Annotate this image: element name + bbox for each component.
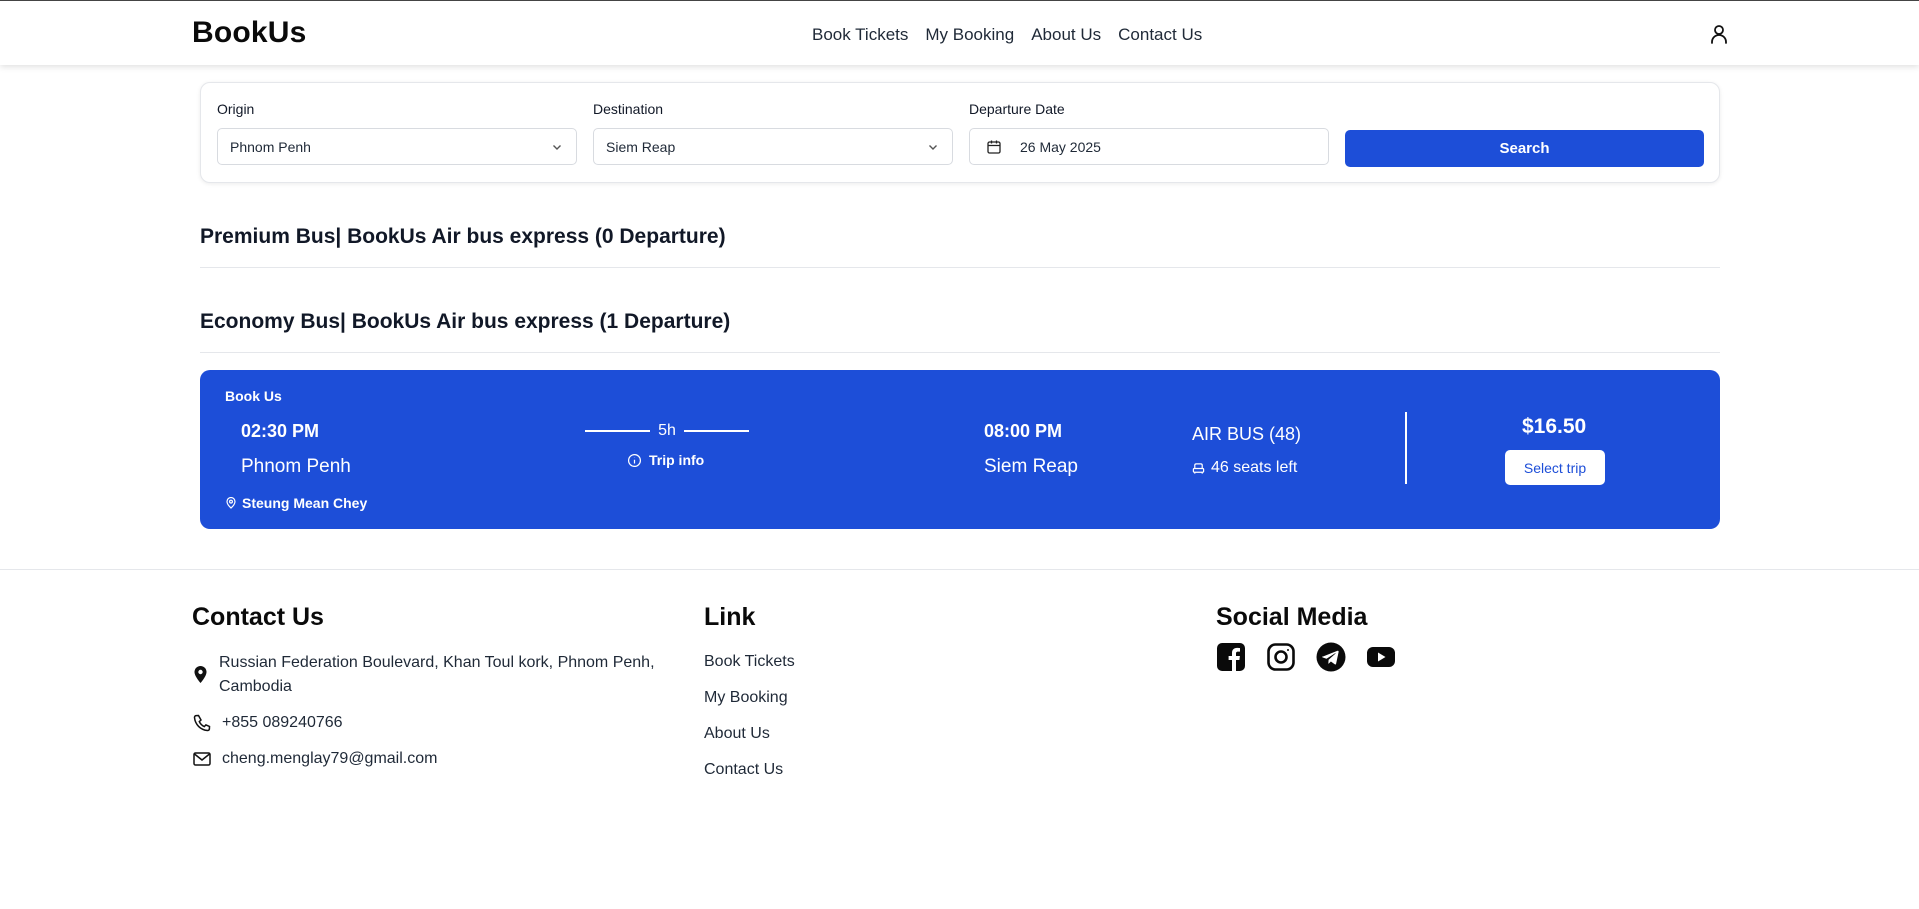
info-icon xyxy=(627,453,642,467)
email-address: cheng.menglay79@gmail.com xyxy=(222,750,438,767)
trip-info-link[interactable]: Trip info xyxy=(627,452,704,468)
date-picker[interactable]: 26 May 2025 xyxy=(969,128,1329,165)
bus-type: AIR BUS (48) xyxy=(1192,424,1302,444)
origin-field: Origin Phnom Penh xyxy=(217,101,577,165)
footer-contact-title: Contact Us xyxy=(192,603,324,631)
footer-link-title: Link xyxy=(704,603,756,631)
origin-label: Origin xyxy=(217,101,255,117)
brand-logo[interactable]: BookUs xyxy=(192,16,307,50)
pickup-location: Steung Mean Chey xyxy=(225,495,367,511)
trip-duration: 5h xyxy=(585,422,750,440)
trip-card: Book Us 02:30 PM Phnom Penh Steung Mean … xyxy=(200,370,1720,529)
address-line-2: Cambodia xyxy=(219,678,292,695)
seat-icon xyxy=(1192,462,1205,474)
date-field: Departure Date 26 May 2025 xyxy=(969,101,1329,165)
facebook-icon[interactable] xyxy=(1216,642,1246,672)
telegram-icon[interactable] xyxy=(1316,642,1346,672)
footer-divider xyxy=(0,569,1919,570)
departure-time: 02:30 PM xyxy=(241,421,320,441)
footer-link-my-booking[interactable]: My Booking xyxy=(704,689,788,707)
date-value: 26 May 2025 xyxy=(1020,138,1101,155)
destination-select[interactable]: Siem Reap xyxy=(593,128,953,165)
footer-link-about-us[interactable]: About Us xyxy=(704,725,770,743)
phone-icon xyxy=(193,714,211,732)
chevron-down-icon xyxy=(929,145,937,150)
location-pin-icon xyxy=(226,497,236,509)
footer-link-book-tickets[interactable]: Book Tickets xyxy=(704,653,795,671)
footer-link-contact-us[interactable]: Contact Us xyxy=(704,761,783,779)
divider xyxy=(200,267,1720,268)
calendar-icon xyxy=(987,140,1001,154)
nav-about-us[interactable]: About Us xyxy=(1031,25,1101,45)
mail-icon xyxy=(193,752,211,766)
destination-field: Destination Siem Reap xyxy=(593,101,953,165)
location-pin-icon xyxy=(194,666,207,683)
address-text: Russian Federation Boulevard, Khan Toul … xyxy=(219,651,655,699)
select-trip-button[interactable]: Select trip xyxy=(1505,450,1605,485)
footer-email: cheng.menglay79@gmail.com xyxy=(192,747,437,771)
footer-social-title: Social Media xyxy=(1216,603,1368,631)
seats-available: 46 seats left xyxy=(1192,459,1297,477)
nav-book-tickets[interactable]: Book Tickets xyxy=(812,25,908,45)
arrival-city: Siem Reap xyxy=(984,456,1078,477)
duration-line xyxy=(683,430,750,432)
pickup-name: Steung Mean Chey xyxy=(242,495,368,511)
origin-value: Phnom Penh xyxy=(230,138,311,155)
trip-info-label: Trip info xyxy=(649,452,705,468)
destination-value: Siem Reap xyxy=(606,138,676,155)
youtube-icon[interactable] xyxy=(1366,642,1396,672)
top-navbar: BookUs Book Tickets My Booking About Us … xyxy=(0,0,1919,65)
phone-number: +855 089240766 xyxy=(222,714,343,731)
vertical-divider xyxy=(1405,412,1407,484)
economy-section-title: Economy Bus| BookUs Air bus express (1 D… xyxy=(200,310,731,333)
trip-price: $16.50 xyxy=(1522,415,1587,438)
instagram-icon[interactable] xyxy=(1266,642,1296,672)
premium-section-title: Premium Bus| BookUs Air bus express (0 D… xyxy=(200,225,726,248)
seats-left-text: 46 seats left xyxy=(1211,459,1298,476)
operator-name: Book Us xyxy=(225,388,282,404)
footer-address: Russian Federation Boulevard, Khan Toul … xyxy=(192,651,655,699)
address-line-1: Russian Federation Boulevard, Khan Toul … xyxy=(219,654,655,671)
arrival-time: 08:00 PM xyxy=(984,421,1063,441)
duration-value: 5h xyxy=(658,422,676,439)
origin-select[interactable]: Phnom Penh xyxy=(217,128,577,165)
date-label: Departure Date xyxy=(969,101,1065,117)
footer-phone: +855 089240766 xyxy=(192,711,343,735)
destination-label: Destination xyxy=(593,101,664,117)
divider xyxy=(200,352,1720,353)
main-nav: Book Tickets My Booking About Us Contact… xyxy=(812,25,1202,45)
nav-my-booking[interactable]: My Booking xyxy=(925,25,1014,45)
nav-contact-us[interactable]: Contact Us xyxy=(1118,25,1202,45)
user-icon[interactable] xyxy=(1707,22,1731,46)
chevron-down-icon xyxy=(553,145,561,150)
search-button[interactable]: Search xyxy=(1345,130,1704,167)
search-form: Origin Phnom Penh Destination Siem Reap … xyxy=(200,82,1720,183)
duration-line xyxy=(585,430,651,432)
departure-city: Phnom Penh xyxy=(241,456,351,477)
